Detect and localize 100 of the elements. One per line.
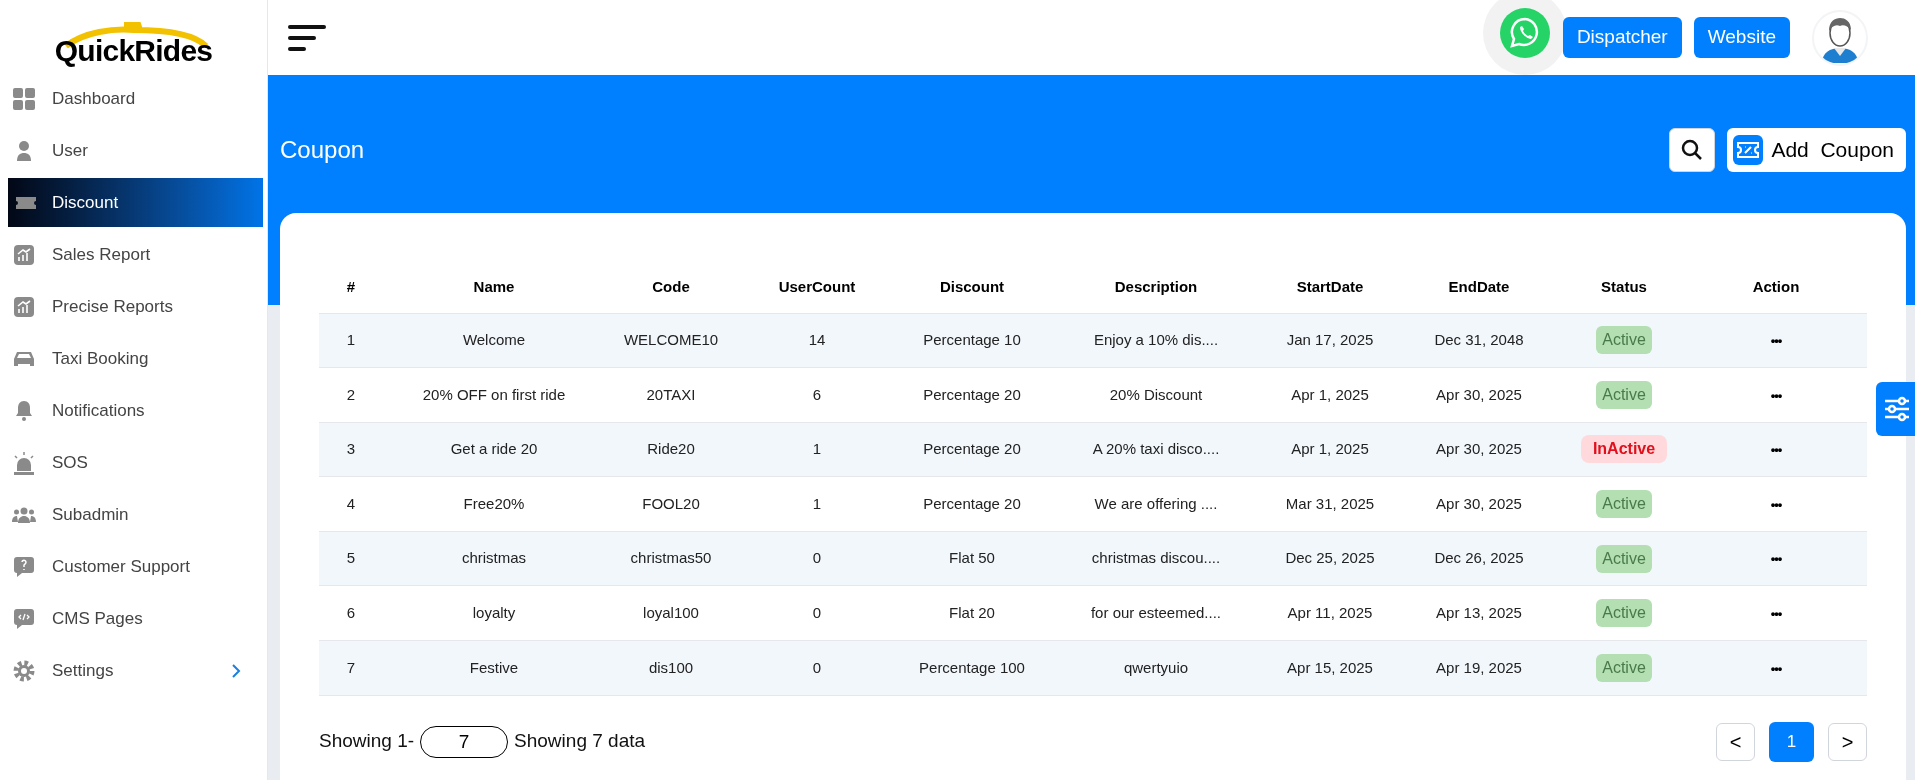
column-header: Status bbox=[1563, 261, 1685, 313]
chevron-right-icon bbox=[231, 662, 241, 679]
table-cell: 1 bbox=[346, 331, 356, 349]
page-title: Coupon bbox=[280, 135, 365, 165]
table-cell: A 20% taxi disco.... bbox=[1092, 440, 1220, 458]
sidebar-item[interactable]: Taxi Booking bbox=[0, 334, 263, 383]
table-cell: 1 bbox=[812, 494, 822, 512]
alarm-light-icon bbox=[12, 450, 36, 475]
table-cell: 20% OFF on first ride bbox=[422, 385, 566, 403]
table-cell: Percentage 10 bbox=[923, 331, 1021, 349]
table-cell: Flat 20 bbox=[949, 604, 995, 621]
next-page-button[interactable]: > bbox=[1828, 722, 1867, 761]
column-header: UserCount bbox=[737, 261, 897, 313]
table-cell: WELCOME10 bbox=[623, 331, 719, 349]
more-actions-button[interactable]: ••• bbox=[1770, 549, 1782, 569]
sliders-icon bbox=[1883, 396, 1911, 422]
sidebar-item[interactable]: CMS Pages bbox=[0, 594, 263, 643]
status-badge: Active bbox=[1596, 599, 1652, 628]
whatsapp-icon bbox=[1498, 6, 1551, 59]
table-cell: 6 bbox=[346, 604, 356, 621]
column-header: Description bbox=[1047, 261, 1265, 313]
table-cell: FOOL20 bbox=[642, 494, 700, 512]
status-badge: Active bbox=[1596, 326, 1652, 355]
table-cell: 6 bbox=[812, 385, 822, 403]
table-cell: christmas discou.... bbox=[1091, 549, 1221, 567]
table-cell: 20% Discount bbox=[1109, 385, 1203, 403]
table-cell: Apr 1, 2025 bbox=[1291, 385, 1369, 403]
sidebar-item[interactable]: Sales Report bbox=[0, 230, 263, 279]
table-cell: Apr 13, 2025 bbox=[1436, 604, 1522, 621]
grid-icon bbox=[13, 87, 35, 110]
help-chat-icon bbox=[14, 556, 34, 577]
showing-count-label: Showing 7 data bbox=[514, 729, 646, 754]
table-cell: 14 bbox=[808, 331, 826, 349]
table-cell: Dec 31, 2048 bbox=[1434, 331, 1524, 349]
more-actions-button[interactable]: ••• bbox=[1770, 494, 1782, 515]
table-cell: Apr 1, 2025 bbox=[1291, 440, 1369, 458]
status-badge: InActive bbox=[1580, 435, 1668, 464]
table-cell: christmas50 bbox=[630, 549, 712, 567]
table-cell: Percentage 20 bbox=[923, 440, 1021, 458]
more-actions-button[interactable]: ••• bbox=[1770, 385, 1782, 406]
bell-icon bbox=[16, 400, 32, 421]
column-header: Code bbox=[605, 261, 737, 313]
table-cell: We are offering .... bbox=[1094, 494, 1218, 512]
status-badge: Active bbox=[1596, 544, 1652, 573]
table-cell: Enjoy a 10% dis.... bbox=[1093, 331, 1219, 349]
add-coupon-button[interactable]: Add Coupon bbox=[1727, 128, 1906, 172]
sidebar-item[interactable]: Notifications bbox=[0, 386, 263, 435]
page-size-field[interactable]: 7 bbox=[420, 725, 509, 758]
header-button[interactable]: Website bbox=[1693, 17, 1790, 58]
table-cell: Percentage 20 bbox=[923, 494, 1021, 512]
page-button[interactable]: 1 bbox=[1769, 721, 1814, 762]
table-cell: loyalty bbox=[472, 604, 516, 621]
previous-page-button[interactable]: < bbox=[1716, 722, 1755, 761]
menu-icon[interactable] bbox=[288, 23, 328, 52]
table-cell: 0 bbox=[812, 658, 822, 676]
car-icon bbox=[13, 349, 35, 368]
table-cell: Festive bbox=[469, 658, 519, 676]
filter-settings-button[interactable] bbox=[1876, 382, 1915, 436]
column-header: Name bbox=[383, 261, 605, 313]
table-cell: 1 bbox=[812, 440, 822, 458]
chart-icon bbox=[14, 244, 34, 265]
search-button[interactable] bbox=[1669, 128, 1716, 172]
sidebar-item[interactable]: User bbox=[0, 126, 263, 175]
table-cell: Apr 30, 2025 bbox=[1436, 440, 1522, 458]
more-actions-button[interactable]: ••• bbox=[1770, 658, 1782, 679]
table-cell: 0 bbox=[812, 604, 822, 621]
table-cell: Ride20 bbox=[647, 440, 695, 458]
ticket-icon bbox=[16, 194, 36, 211]
table-cell: Welcome bbox=[462, 331, 526, 349]
more-actions-button[interactable]: ••• bbox=[1770, 604, 1782, 624]
sidebar-item[interactable]: SOS bbox=[0, 438, 263, 487]
table-cell: Dec 25, 2025 bbox=[1285, 549, 1375, 567]
table-cell: Flat 50 bbox=[949, 549, 995, 567]
sidebar-item[interactable]: Settings bbox=[0, 646, 263, 695]
more-actions-button[interactable]: ••• bbox=[1770, 331, 1782, 351]
status-badge: Active bbox=[1596, 653, 1652, 682]
sidebar-item[interactable]: Customer Support bbox=[0, 542, 263, 591]
settings-icon bbox=[13, 659, 35, 682]
sidebar-item[interactable]: Discount bbox=[8, 178, 263, 227]
table-cell: Mar 31, 2025 bbox=[1285, 494, 1375, 512]
table-cell: 3 bbox=[346, 440, 356, 458]
sidebar-item[interactable]: Dashboard bbox=[0, 74, 263, 123]
table-cell: for our esteemed.... bbox=[1090, 604, 1222, 621]
column-header: Discount bbox=[897, 261, 1047, 313]
table-cell: Apr 19, 2025 bbox=[1436, 658, 1522, 676]
table-cell: Apr 15, 2025 bbox=[1287, 658, 1373, 676]
users-icon bbox=[12, 506, 36, 523]
sidebar-item[interactable]: Precise Reports bbox=[0, 282, 263, 331]
table-cell: Percentage 20 bbox=[923, 385, 1021, 403]
table-cell: 20TAXI bbox=[646, 385, 696, 403]
table-cell: Dec 26, 2025 bbox=[1434, 549, 1524, 567]
table-cell: 2 bbox=[346, 385, 356, 403]
status-badge: Active bbox=[1596, 490, 1652, 519]
table-cell: 4 bbox=[346, 494, 356, 512]
sidebar-item[interactable]: Subadmin bbox=[0, 490, 263, 539]
header-button[interactable]: Dispatcher bbox=[1562, 17, 1682, 58]
table-cell: Apr 30, 2025 bbox=[1436, 494, 1522, 512]
more-actions-button[interactable]: ••• bbox=[1770, 440, 1782, 460]
logo: QuickRides bbox=[53, 22, 214, 66]
table-cell: 0 bbox=[812, 549, 822, 567]
